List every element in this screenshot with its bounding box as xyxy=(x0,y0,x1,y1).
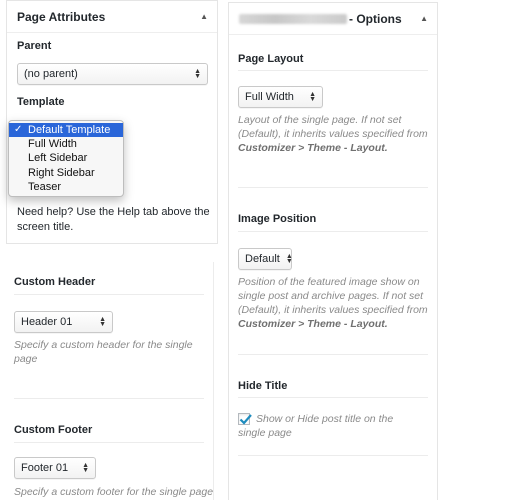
image-position-label: Image Position xyxy=(238,213,317,225)
template-option[interactable]: ✓ Default Template xyxy=(9,123,123,138)
divider xyxy=(238,455,428,456)
up-down-arrows-icon: ▲ ▼ xyxy=(82,462,89,474)
custom-footer-description: Specify a custom footer for the single p… xyxy=(14,486,214,498)
custom-header-select[interactable]: Header 01 ▲ ▼ xyxy=(14,311,113,333)
divider xyxy=(238,231,428,232)
template-option[interactable]: Left Sidebar xyxy=(9,151,123,165)
column-divider xyxy=(213,262,214,500)
template-label: Template xyxy=(17,96,65,108)
divider xyxy=(14,294,204,295)
page-layout-select[interactable]: Full Width ▲ ▼ xyxy=(238,86,323,108)
page-attributes-header[interactable]: Page Attributes ▲ xyxy=(7,1,217,33)
template-dropdown[interactable]: ✓ Default Template Full Width Left Sideb… xyxy=(8,120,124,197)
page-layout-label: Page Layout xyxy=(238,53,304,65)
custom-footer-value: Footer 01 xyxy=(21,462,69,474)
parent-label: Parent xyxy=(17,40,52,52)
divider xyxy=(238,70,428,71)
image-position-description: Position of the featured image show on s… xyxy=(238,276,428,330)
divider xyxy=(238,397,428,398)
image-position-value: Default xyxy=(245,253,280,265)
hide-title-label: Hide Title xyxy=(238,380,288,392)
template-option[interactable]: Right Sidebar xyxy=(9,166,123,180)
parent-select-value: (no parent) xyxy=(24,68,78,80)
template-option[interactable]: Full Width xyxy=(9,137,123,151)
custom-header-value: Header 01 xyxy=(21,316,73,328)
divider xyxy=(14,398,204,399)
custom-header-title: Custom Header xyxy=(14,276,96,288)
divider xyxy=(238,187,428,188)
up-down-arrows-icon: ▲ ▼ xyxy=(285,253,293,265)
divider xyxy=(238,354,428,355)
image-position-select[interactable]: Default ▲ ▼ xyxy=(238,248,293,270)
hide-title-checkbox-text[interactable]: Show or Hide post title on the single pa… xyxy=(238,412,393,440)
options-header[interactable]: - Options ▲ xyxy=(229,3,437,35)
up-down-arrows-icon: ▲ ▼ xyxy=(99,316,106,328)
custom-footer-title: Custom Footer xyxy=(14,424,93,436)
options-title: - Options xyxy=(239,12,402,26)
up-down-arrows-icon: ▲ ▼ xyxy=(309,91,316,103)
help-text: Need help? Use the Help tab above the sc… xyxy=(17,206,210,233)
page-layout-value: Full Width xyxy=(245,91,294,103)
checkmark-icon: ✓ xyxy=(14,124,23,135)
template-option[interactable]: Teaser xyxy=(9,180,123,194)
collapse-icon[interactable]: ▲ xyxy=(200,12,208,21)
parent-select[interactable]: (no parent) ▲ ▼ xyxy=(17,63,208,85)
collapse-icon[interactable]: ▲ xyxy=(420,14,428,23)
custom-footer-select[interactable]: Footer 01 ▲ ▼ xyxy=(14,457,96,479)
page-layout-description: Layout of the single page. If not set (D… xyxy=(238,114,428,154)
page-attributes-title: Page Attributes xyxy=(17,9,106,24)
divider xyxy=(14,442,204,443)
theme-name-redacted xyxy=(239,14,347,25)
custom-header-description: Specify a custom header for the single p… xyxy=(14,339,193,365)
up-down-arrows-icon: ▲ ▼ xyxy=(194,68,201,80)
